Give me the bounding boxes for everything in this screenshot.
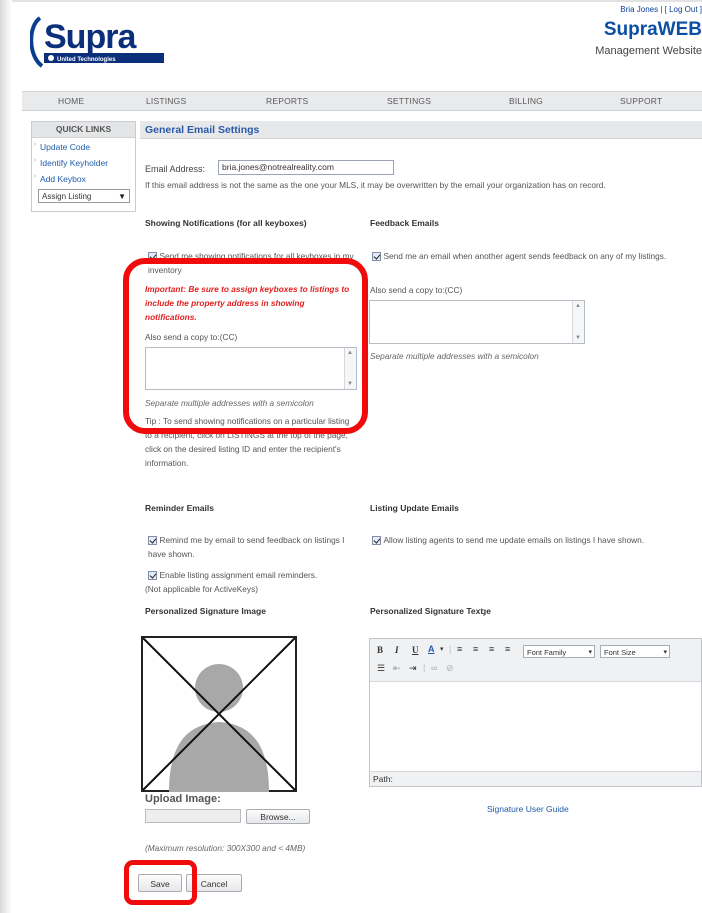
max-resolution-note: (Maximum resolution: 300X300 and < 4MB) [145,843,306,853]
user-bar: Bria Jones | [ Log Out ] [620,5,702,14]
align-justify-icon[interactable]: ≡ [505,644,510,654]
link-icon[interactable]: ∞ [431,663,437,673]
upload-image-label: Upload Image: [145,793,221,805]
align-left-icon[interactable]: ≡ [457,644,462,654]
top-rule [12,0,702,2]
unlink-icon[interactable]: ⊘ [446,663,454,674]
listing-update-checkbox[interactable] [372,536,381,546]
reminder-heading: Reminder Emails [145,503,214,513]
browse-button[interactable]: Browse... [246,809,310,824]
listing-update-label: Allow listing agents to send me update e… [383,535,645,545]
highlight-frame [123,258,368,434]
textarea-scrollbar[interactable]: ▲ ▼ [572,301,584,343]
save-highlight-frame [124,860,197,905]
upload-file-input[interactable] [145,809,241,823]
nav-billing[interactable]: BILLING [509,96,543,106]
nav-reports[interactable]: REPORTS [266,96,308,106]
feedback-cc-textarea[interactable]: ▲ ▼ [369,300,585,344]
color-dropdown-icon[interactable]: ▾ [440,645,444,653]
logout-link[interactable]: [ Log Out ] [665,5,702,14]
feedback-checkbox-label: Send me an email when another agent send… [383,251,667,261]
feedback-checkbox[interactable] [372,252,381,262]
assign-listing-select[interactable]: Assign Listing ▼ [38,189,130,203]
nav-home[interactable]: HOME [58,96,84,106]
quick-links-panel: QUICK LINKS › Update Code › Identify Keyho… [31,121,136,212]
underline-button[interactable]: U [412,645,419,655]
feedback-checkbox-row: Send me an email when another agent send… [372,249,698,263]
signature-image-heading: Personalized Signature Image [145,606,266,616]
align-center-icon[interactable]: ≡ [473,644,478,654]
app-subtitle: Management Website [595,45,702,57]
align-right-icon[interactable]: ≡ [489,644,494,654]
reminder-checkbox-row-2: Enable listing assignment email reminder… [148,568,368,582]
outdent-icon[interactable]: ⇤ [393,663,401,674]
signature-image-placeholder [141,636,297,792]
section-header: General Email Settings [140,121,702,139]
reminder-checkbox-row-1: Remind me by email to send feedback on l… [148,533,363,561]
font-size-select[interactable]: Font Size ▾ [600,645,670,658]
quick-link-identify-keyholder[interactable]: › Identify Keyholder [32,157,108,168]
no-image-icon [141,636,297,792]
user-separator: | [660,5,663,14]
bullet-list-icon[interactable]: ☰ [377,663,385,674]
editor-toolbar: B I U A ▾ | ≡ ≡ ≡ ≡ Font Family ▾ Font Si… [370,639,701,682]
indent-icon[interactable]: ⇥ [409,663,417,674]
assignment-reminder-checkbox[interactable] [148,571,157,581]
nav-settings[interactable]: SETTINGS [387,96,431,106]
feedback-heading: Feedback Emails [370,218,439,228]
signature-text-editor: B I U A ▾ | ≡ ≡ ≡ ≡ Font Family ▾ Font Si… [369,638,702,787]
assignment-reminder-label: Enable listing assignment email reminder… [159,570,318,580]
font-family-select[interactable]: Font Family ▾ [523,645,595,658]
feedback-cc-label: Also send a copy to:(CC) [370,285,463,295]
italic-button[interactable]: I [395,645,399,655]
email-input[interactable]: bria.jones@notrealreality.com [218,160,394,175]
nav-listings[interactable]: LISTINGS [146,96,186,106]
listing-update-heading: Listing Update Emails [370,503,459,513]
quick-link-add-keybox[interactable]: › Add Keybox [32,173,86,184]
chevron-down-icon: ▾ [588,649,592,656]
app-title: SupraWEB [603,19,702,40]
email-label: Email Address: [145,164,206,174]
remind-feedback-checkbox[interactable] [148,536,157,546]
quick-links-title: QUICK LINKS [32,122,135,138]
signature-text-heading: Personalized Signature Text [370,606,484,616]
activekeys-note: (Not applicable for ActiveKeys) [145,584,258,594]
listing-update-checkbox-row: Allow listing agents to send me update e… [372,533,698,547]
email-note: If this email address is not the same as… [145,180,606,190]
remind-feedback-label: Remind me by email to send feedback on l… [148,535,345,559]
section-title: General Email Settings [145,124,260,136]
logo-wordmark: Supra [44,18,137,56]
editor-path-bar: Path: [370,771,701,786]
quick-link-update-code[interactable]: › Update Code [32,141,90,152]
toolbar-divider: | [423,662,426,672]
bullet-icon: › [34,157,37,164]
bold-button[interactable]: B [377,645,383,655]
nav-support[interactable]: SUPPORT [620,96,662,106]
toolbar-divider: | [449,644,452,654]
page-edge-shadow [0,0,12,913]
showing-heading: Showing Notifications (for all keyboxes) [145,218,307,228]
supra-logo: Supra United Technologies [29,12,168,72]
text-color-button[interactable]: A [428,644,435,654]
main-nav: HOME LISTINGS REPORTS SETTINGS BILLING S… [22,91,702,111]
user-name: Bria Jones [620,5,659,14]
chevron-down-icon: ▾ [663,649,667,656]
feedback-separator-hint: Separate multiple addresses with a semic… [370,351,539,361]
dropdown-arrow-icon: ▼ [118,192,126,201]
signature-user-guide-link[interactable]: Signature User Guide [487,804,569,814]
bullet-icon: › [34,141,37,148]
logo-tagline: United Technologies [57,57,116,63]
bullet-icon: › [34,173,37,180]
